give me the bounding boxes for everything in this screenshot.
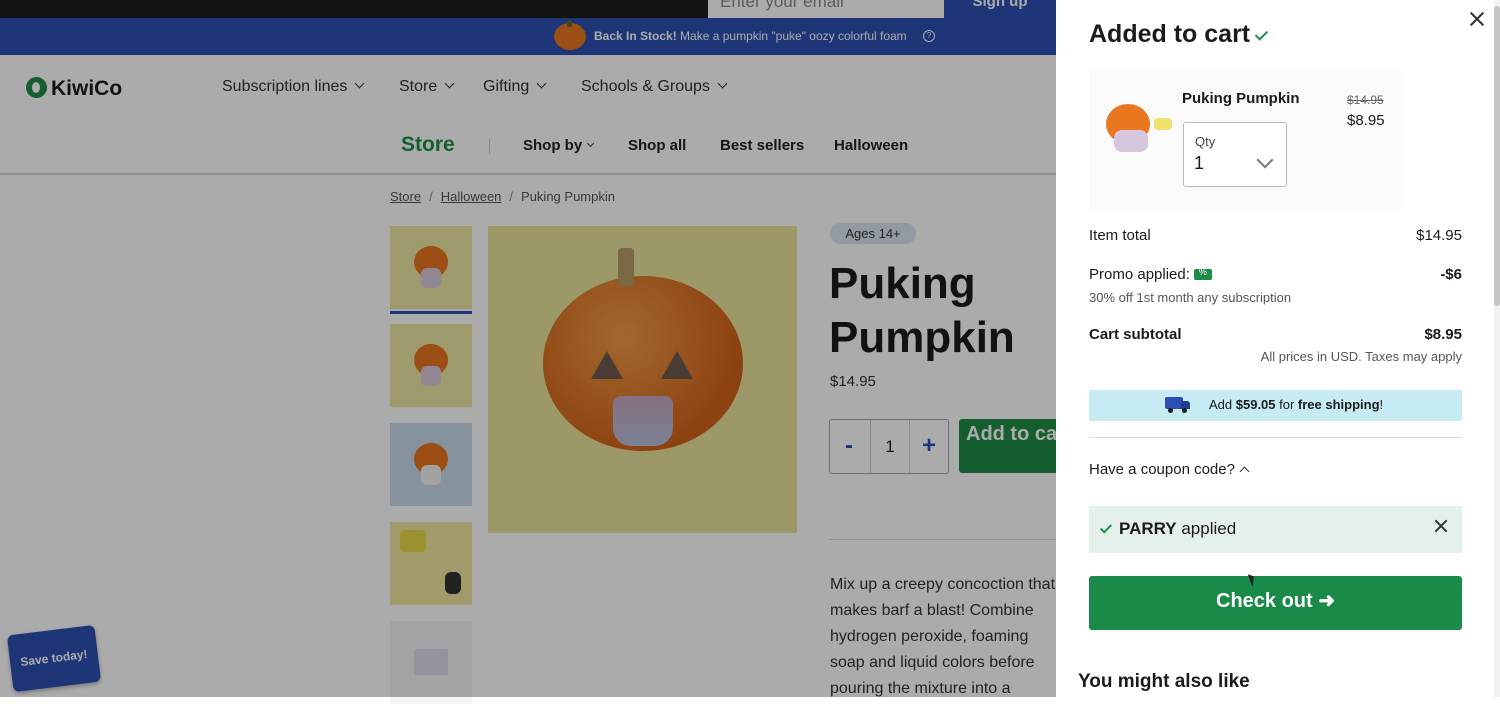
drawer-scrollbar[interactable] bbox=[1494, 0, 1500, 697]
banana-image bbox=[1154, 118, 1172, 130]
free-shipping-banner: Add $59.05 for free shipping! bbox=[1089, 390, 1462, 421]
chevron-down-icon bbox=[1256, 151, 1274, 169]
tax-note: All prices in USD. Taxes may apply bbox=[1260, 349, 1462, 364]
coupon-status: PARRY applied bbox=[1119, 519, 1237, 538]
promo-description: 30% off 1st month any subscription bbox=[1089, 290, 1292, 305]
promo-value: -$6 bbox=[1440, 266, 1462, 283]
promo-applied-label: Promo applied: bbox=[1089, 266, 1212, 283]
cart-subtotal-label: Cart subtotal bbox=[1089, 326, 1182, 343]
you-might-also-like-heading: You might also like bbox=[1078, 671, 1250, 692]
page-overlay[interactable] bbox=[0, 0, 1056, 697]
cart-subtotal-value: $8.95 bbox=[1424, 326, 1462, 343]
qty-label: Qty bbox=[1195, 134, 1216, 149]
added-to-cart-title: Added to cart bbox=[1089, 20, 1269, 49]
cart-item-new-price: $8.95 bbox=[1347, 112, 1385, 129]
remove-coupon-icon[interactable] bbox=[1433, 518, 1449, 534]
chevron-up-icon bbox=[1239, 466, 1250, 477]
coupon-code-toggle[interactable]: Have a coupon code? bbox=[1089, 461, 1250, 478]
quantity-select[interactable]: Qty 1 bbox=[1183, 122, 1287, 187]
truck-icon bbox=[1165, 397, 1191, 413]
foam-image bbox=[1114, 130, 1148, 152]
checkout-button[interactable]: Check out ➜ bbox=[1089, 576, 1462, 630]
applied-coupon: PARRY applied bbox=[1089, 506, 1462, 553]
cart-item-name: Puking Pumpkin bbox=[1182, 90, 1300, 107]
free-shipping-text: Add $59.05 for free shipping! bbox=[1209, 397, 1384, 412]
cart-item-image bbox=[1104, 100, 1174, 158]
item-total-value: $14.95 bbox=[1416, 227, 1462, 244]
scrollbar-thumb[interactable] bbox=[1494, 6, 1500, 306]
item-total-label: Item total bbox=[1089, 227, 1151, 244]
divider bbox=[1089, 437, 1462, 438]
discount-tag-icon bbox=[1193, 267, 1212, 280]
close-icon[interactable] bbox=[1468, 10, 1486, 28]
qty-value: 1 bbox=[1194, 153, 1205, 173]
check-icon bbox=[1099, 521, 1113, 534]
cart-item-old-price: $14.95 bbox=[1347, 93, 1384, 107]
